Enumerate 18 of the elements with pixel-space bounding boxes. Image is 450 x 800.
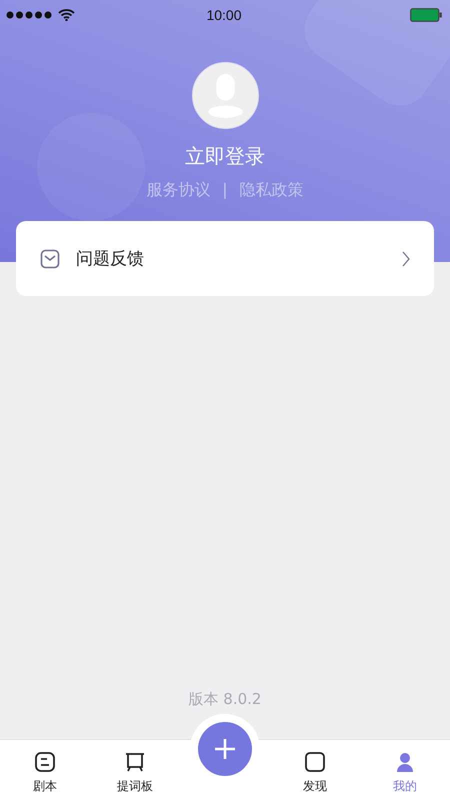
add-button[interactable] bbox=[198, 722, 252, 776]
menu-item[interactable]: 问题反馈 bbox=[16, 221, 434, 296]
link-separator: | bbox=[222, 180, 228, 201]
tab[interactable]: 剧本 bbox=[0, 740, 90, 800]
wifi-icon bbox=[58, 9, 75, 21]
tab[interactable]: 我的 bbox=[360, 740, 450, 800]
avatar-icon[interactable] bbox=[192, 62, 258, 129]
signal-icon bbox=[6, 11, 54, 19]
mail-icon bbox=[40, 248, 60, 268]
chevron-right-icon bbox=[402, 250, 410, 266]
battery-icon bbox=[410, 8, 442, 22]
status-time: 10:00 bbox=[206, 7, 242, 23]
version-text: 版本 8.0.2 bbox=[188, 690, 262, 709]
square-icon bbox=[303, 750, 327, 774]
tab[interactable]: 发现 bbox=[270, 740, 360, 800]
document-icon bbox=[33, 750, 57, 774]
tab[interactable]: 提词板 bbox=[90, 740, 180, 800]
plus-icon bbox=[214, 738, 236, 760]
